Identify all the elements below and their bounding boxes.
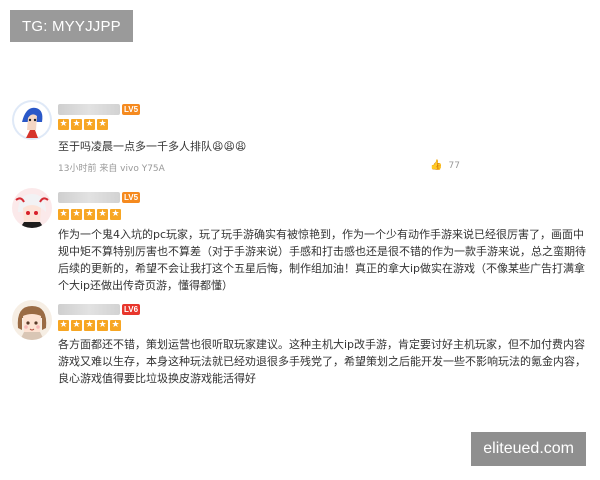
avatar[interactable]	[12, 100, 52, 140]
tg-tag: TG: MYYJJPP	[10, 10, 133, 42]
level-badge: LV6	[122, 303, 141, 315]
star-icon: ★	[58, 209, 69, 220]
level-badge: LV5	[122, 103, 141, 115]
star-icon: ★	[71, 209, 82, 220]
review-item: LV5 ★ ★ ★ ★ ★ 作为一个鬼4入坑的pc玩家，玩了玩手游确实有被惊艳到…	[10, 188, 590, 298]
star-icon: ★	[97, 320, 108, 331]
star-icon: ★	[84, 119, 95, 130]
review-item: LV6 ★ ★ ★ ★ ★ 各方面都还不错，策划运营也很听取玩家建议。这种主机大…	[10, 300, 590, 390]
review-text: 各方面都还不错，策划运营也很听取玩家建议。这种主机大ip改手游，肯定要讨好主机玩…	[58, 338, 586, 385]
username-blurred[interactable]	[58, 191, 120, 203]
star-rating: ★ ★ ★ ★	[58, 119, 110, 130]
username-blurred[interactable]	[58, 303, 120, 315]
avatar[interactable]	[12, 188, 52, 228]
username-blurred[interactable]	[58, 103, 120, 115]
star-icon: ★	[97, 119, 108, 130]
star-icon: ★	[110, 320, 121, 331]
avatar[interactable]	[12, 300, 52, 340]
level-badge: LV5	[122, 191, 141, 203]
star-icon: ★	[110, 209, 121, 220]
thumbs-up-icon: 👍	[430, 160, 443, 171]
like-button[interactable]: 👍 77	[430, 160, 460, 171]
star-rating: ★ ★ ★ ★ ★	[58, 209, 123, 220]
review-text: 作为一个鬼4入坑的pc玩家，玩了玩手游确实有被惊艳到，作为一个少有动作手游来说已…	[58, 228, 586, 292]
review-meta: 13小时前 来自 vivo Y75A	[58, 164, 165, 174]
star-icon: ★	[71, 119, 82, 130]
star-icon: ★	[71, 320, 82, 331]
star-icon: ★	[58, 320, 69, 331]
star-icon: ★	[84, 209, 95, 220]
star-icon: ★	[84, 320, 95, 331]
review-item: LV5 ★ ★ ★ ★ 至于吗凌晨一点多一千多人排队😩😩😩 13小时前 来自 v…	[10, 100, 590, 180]
review-text: 至于吗凌晨一点多一千多人排队😩😩😩	[58, 140, 247, 153]
watermark: eliteued.com	[471, 432, 586, 466]
star-icon: ★	[97, 209, 108, 220]
star-icon: ★	[58, 119, 69, 130]
star-rating: ★ ★ ★ ★ ★	[58, 320, 123, 331]
like-count: 77	[448, 160, 460, 171]
